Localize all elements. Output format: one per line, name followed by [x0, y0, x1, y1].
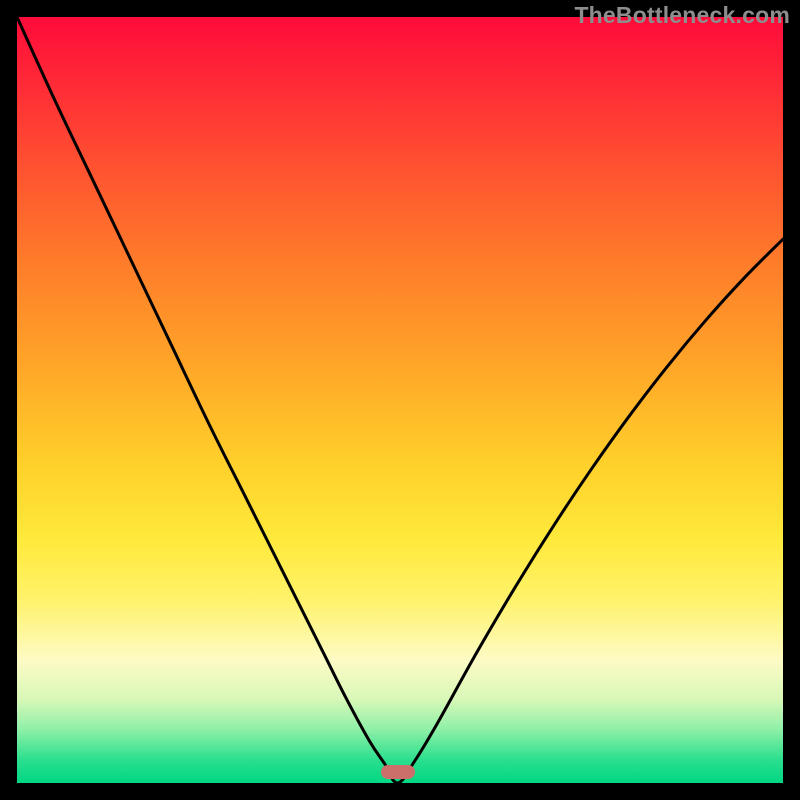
plot-background: [17, 17, 783, 783]
optimal-marker: [381, 765, 415, 779]
watermark-text: TheBottleneck.com: [574, 2, 790, 29]
chart-stage: TheBottleneck.com: [0, 0, 800, 800]
